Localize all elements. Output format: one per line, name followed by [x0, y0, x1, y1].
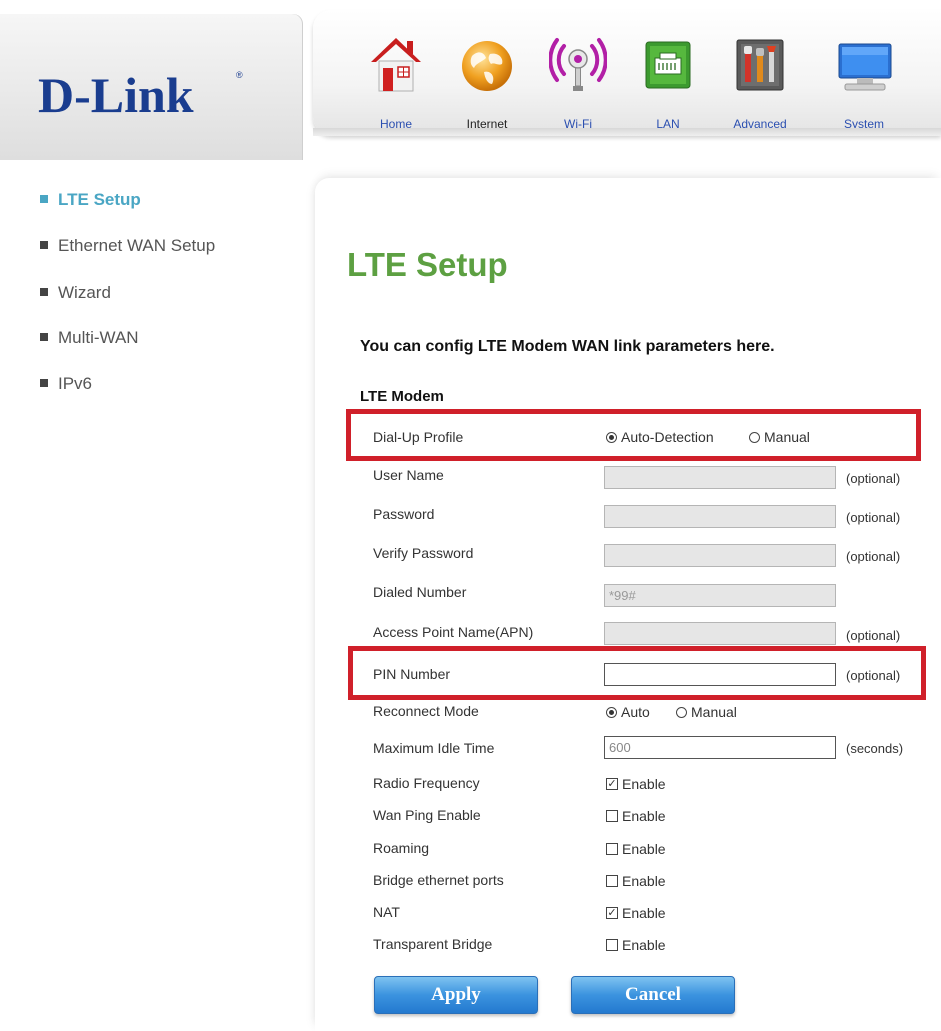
nat-checkbox[interactable]: ✓ Enable: [606, 905, 666, 921]
apn-optional: (optional): [846, 628, 901, 643]
bullet-icon: [40, 194, 48, 203]
wan-ping-enable-label: Wan Ping Enable: [373, 807, 481, 823]
max-idle-time-unit: (seconds): [846, 741, 904, 756]
transparent-bridge-label: Transparent Bridge: [373, 936, 493, 952]
max-idle-time-label: Maximum Idle Time: [373, 740, 495, 756]
toolbox-icon: [736, 39, 784, 91]
bridge-ethernet-ports-checkbox[interactable]: Enable: [606, 873, 666, 889]
sidebar-item-label: Multi-WAN: [58, 328, 139, 347]
bullet-icon: [40, 378, 48, 387]
page-title: LTE Setup: [347, 246, 508, 283]
max-idle-time-input[interactable]: 600: [604, 736, 836, 759]
house-icon: [371, 38, 421, 92]
password-input[interactable]: [604, 505, 836, 528]
transparent-bridge-checkbox[interactable]: Enable: [606, 937, 666, 953]
roaming-label: Roaming: [373, 840, 430, 856]
nav-internet[interactable]: Internet: [442, 24, 532, 134]
user-name-label: User Name: [373, 467, 444, 483]
sidebar-item-multi-wan[interactable]: Multi-WAN: [40, 328, 139, 348]
checkbox-label: Enable: [622, 905, 666, 921]
checkbox-label: Enable: [622, 873, 666, 889]
sidebar-item-label: Ethernet WAN Setup: [58, 236, 216, 255]
checkbox-label: Enable: [622, 776, 666, 792]
nav-shelf: [313, 128, 941, 136]
checkbox-checked-icon: ✓: [606, 907, 618, 920]
sidebar-item-wizard[interactable]: Wizard: [40, 283, 111, 303]
sidebar-item-label: Wizard: [58, 283, 111, 302]
roaming-checkbox[interactable]: Enable: [606, 841, 666, 857]
password-optional: (optional): [846, 510, 901, 525]
bullet-icon: [40, 287, 48, 296]
checkbox-label: Enable: [622, 841, 666, 857]
radio-frequency-label: Radio Frequency: [373, 775, 480, 791]
verify-password-label: Verify Password: [373, 545, 474, 561]
lan-port-icon: [645, 41, 691, 89]
bridge-ethernet-ports-label: Bridge ethernet ports: [373, 872, 504, 888]
sidebar-item-label: IPv6: [58, 374, 93, 393]
checkbox-label: Enable: [622, 808, 666, 824]
radio-frequency-checkbox[interactable]: ✓ Enable: [606, 776, 666, 792]
registered-mark: ®: [236, 70, 243, 80]
user-name-input[interactable]: [604, 466, 836, 489]
highlight-box-pin: [348, 646, 926, 700]
nav-wifi[interactable]: Wi-Fi: [533, 24, 623, 134]
dlink-logo: D-Link: [38, 67, 194, 123]
sidebar-item-lte-setup[interactable]: LTE Setup: [40, 190, 141, 210]
top-nav: Home Internet Wi-Fi LAN Advanced System: [313, 10, 941, 135]
apn-input[interactable]: [604, 622, 836, 645]
dialed-number-label: Dialed Number: [373, 584, 467, 600]
radio-label: Auto: [621, 704, 650, 720]
wan-ping-enable-checkbox[interactable]: Enable: [606, 808, 666, 824]
checkbox-icon: [606, 810, 618, 823]
user-name-optional: (optional): [846, 471, 901, 486]
apply-button[interactable]: Apply: [374, 976, 538, 1014]
monitor-icon: [838, 43, 892, 91]
bullet-icon: [40, 240, 48, 249]
checkbox-icon: [606, 843, 618, 856]
intro-text: You can config LTE Modem WAN link parame…: [360, 338, 775, 355]
nav-system[interactable]: System: [819, 24, 909, 134]
sidebar-item-ipv6[interactable]: IPv6: [40, 374, 92, 394]
sidebar-item-label: LTE Setup: [58, 190, 141, 209]
sidebar-item-ethernet-wan-setup[interactable]: Ethernet WAN Setup: [40, 236, 215, 256]
bullet-icon: [40, 332, 48, 341]
reconnect-mode-label: Reconnect Mode: [373, 703, 479, 719]
radio-label: Manual: [691, 704, 737, 720]
reconnect-manual-radio[interactable]: Manual: [676, 704, 737, 720]
checkbox-icon: [606, 875, 618, 888]
globe-icon: [462, 41, 512, 91]
checkbox-icon: [606, 939, 618, 952]
radio-checked-icon: [606, 706, 617, 718]
reconnect-auto-radio[interactable]: Auto: [606, 704, 650, 720]
logo-panel: D-Link ®: [0, 14, 303, 160]
highlight-box-dialup: [346, 409, 921, 461]
checkbox-checked-icon: ✓: [606, 778, 618, 791]
nav-home[interactable]: Home: [351, 24, 441, 134]
nat-label: NAT: [373, 904, 400, 920]
password-label: Password: [373, 506, 435, 522]
section-heading: LTE Modem: [360, 388, 444, 405]
verify-password-input[interactable]: [604, 544, 836, 567]
nav-advanced[interactable]: Advanced: [715, 24, 805, 134]
cancel-button[interactable]: Cancel: [571, 976, 735, 1014]
apn-label: Access Point Name(APN): [373, 624, 534, 640]
radio-icon: [676, 706, 687, 718]
nav-lan[interactable]: LAN: [623, 24, 713, 134]
dialed-number-input[interactable]: *99#: [604, 584, 836, 607]
wifi-icon: [549, 38, 607, 91]
checkbox-label: Enable: [622, 937, 666, 953]
verify-password-optional: (optional): [846, 549, 901, 564]
